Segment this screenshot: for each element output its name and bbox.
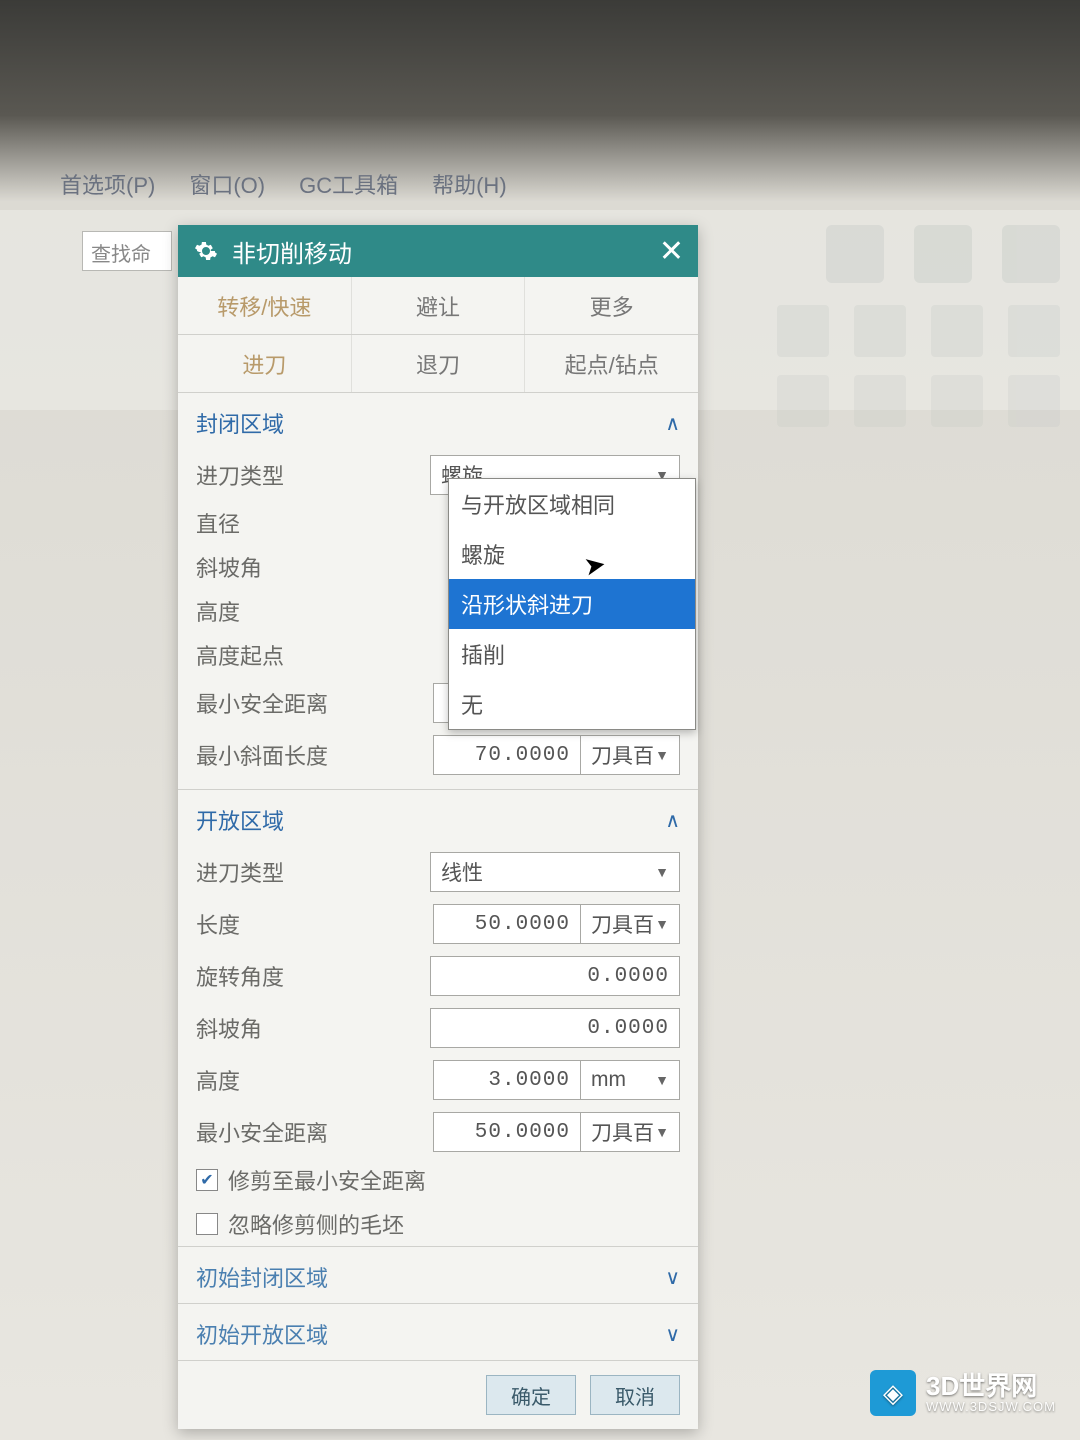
- section-initial-closed-label: 初始封闭区域: [196, 1261, 328, 1293]
- toolbar-icon[interactable]: [1008, 375, 1060, 427]
- gear-icon: [192, 237, 220, 265]
- section-open-label: 开放区域: [196, 804, 284, 836]
- tab-retract[interactable]: 退刀: [352, 335, 526, 392]
- toolbar-icon[interactable]: [1008, 305, 1060, 357]
- chevron-down-icon: ▼: [655, 1072, 669, 1088]
- menu-window[interactable]: 窗口(O): [189, 168, 265, 200]
- toolbar-icon[interactable]: [854, 305, 906, 357]
- chevron-down-icon: ▼: [655, 1124, 669, 1140]
- dropdown-option-helix[interactable]: 螺旋: [449, 529, 695, 579]
- combo-value: 线性: [441, 857, 483, 887]
- section-initial-open[interactable]: 初始开放区域 ∨: [178, 1303, 698, 1360]
- tab-engage[interactable]: 进刀: [178, 335, 352, 392]
- label-open-engage-type: 进刀类型: [196, 856, 386, 888]
- command-search-input[interactable]: 查找命: [82, 231, 172, 271]
- unit-closed-min-ramp-length[interactable]: 刀具百▼: [580, 735, 680, 775]
- tab-transfer-rapid[interactable]: 转移/快速: [178, 277, 352, 334]
- menu-bar: 首选项(P) 窗口(O) GC工具箱 帮助(H): [60, 168, 507, 200]
- label-min-ramp-length: 最小斜面长度: [196, 739, 386, 771]
- section-initial-closed[interactable]: 初始封闭区域 ∨: [178, 1246, 698, 1303]
- dropdown-option-same-as-open[interactable]: 与开放区域相同: [449, 479, 695, 529]
- chevron-down-icon: ∨: [665, 1265, 680, 1290]
- unit-open-length[interactable]: 刀具百▼: [580, 904, 680, 944]
- combo-open-engage-type[interactable]: 线性 ▼: [430, 852, 680, 892]
- toolbar-icon[interactable]: [826, 225, 884, 283]
- watermark-subtitle: WWW.3DSJW.COM: [926, 1400, 1056, 1414]
- menu-gc-toolbox[interactable]: GC工具箱: [299, 168, 398, 200]
- label-swing-angle: 旋转角度: [196, 960, 386, 992]
- close-icon[interactable]: ✕: [659, 234, 684, 269]
- dialog-titlebar[interactable]: 非切削移动 ✕: [178, 225, 698, 277]
- checkbox-ignore-label: 忽略修剪侧的毛坯: [228, 1208, 404, 1240]
- toolbar-icon[interactable]: [931, 305, 983, 357]
- dropdown-option-ramp-on-shape[interactable]: 沿形状斜进刀: [449, 579, 695, 629]
- chevron-down-icon: ∨: [665, 1322, 680, 1347]
- dropdown-option-none[interactable]: 无: [449, 679, 695, 729]
- unit-open-height[interactable]: mm ▼: [580, 1060, 680, 1100]
- toolbar-icon[interactable]: [1002, 225, 1060, 283]
- unit-value: 刀具百: [591, 1117, 654, 1147]
- menu-preferences[interactable]: 首选项(P): [60, 168, 155, 200]
- dropdown-engage-type-list: 与开放区域相同 螺旋 沿形状斜进刀 插削 无: [448, 478, 696, 730]
- non-cutting-moves-dialog: 非切削移动 ✕ 转移/快速 避让 更多 进刀 退刀 起点/钻点 封闭区域 ∧ 进…: [178, 225, 698, 1429]
- label-diameter: 直径: [196, 507, 386, 539]
- tab-start-drill[interactable]: 起点/钻点: [525, 335, 698, 392]
- toolbar-icon[interactable]: [777, 375, 829, 427]
- watermark: ◈ 3D世界网 WWW.3DSJW.COM: [870, 1370, 1056, 1416]
- toolbar-icons-row2: [777, 305, 1060, 357]
- toolbar-icons-row1: [826, 225, 1060, 283]
- chevron-down-icon: ▼: [655, 916, 669, 932]
- tab-avoidance[interactable]: 避让: [352, 277, 526, 334]
- toolbar-icon[interactable]: [854, 375, 906, 427]
- label-ramp-angle: 斜坡角: [196, 551, 386, 583]
- toolbar-icon[interactable]: [931, 375, 983, 427]
- tab-more[interactable]: 更多: [525, 277, 698, 334]
- section-initial-open-label: 初始开放区域: [196, 1318, 328, 1350]
- chevron-down-icon: ▼: [655, 747, 669, 763]
- label-height-from: 高度起点: [196, 639, 386, 671]
- unit-open-min-clearance[interactable]: 刀具百▼: [580, 1112, 680, 1152]
- chevron-up-icon: ∧: [665, 411, 680, 436]
- watermark-title: 3D世界网: [926, 1373, 1056, 1400]
- input-open-height[interactable]: 3.0000: [433, 1060, 581, 1100]
- cancel-button[interactable]: 取消: [590, 1375, 680, 1415]
- tabs-row-1: 转移/快速 避让 更多: [178, 277, 698, 335]
- dropdown-option-plunge[interactable]: 插削: [449, 629, 695, 679]
- tabs-row-2: 进刀 退刀 起点/钻点: [178, 335, 698, 393]
- toolbar-icon[interactable]: [914, 225, 972, 283]
- cube-icon: ◈: [870, 1370, 916, 1416]
- input-open-ramp-angle[interactable]: 0.0000: [430, 1008, 680, 1048]
- menu-help[interactable]: 帮助(H): [432, 168, 507, 200]
- input-closed-min-ramp-length[interactable]: 70.0000: [433, 735, 581, 775]
- input-open-length[interactable]: 50.0000: [433, 904, 581, 944]
- unit-value: 刀具百: [591, 909, 654, 939]
- label-min-clearance: 最小安全距离: [196, 687, 386, 719]
- label-height: 高度: [196, 595, 386, 627]
- dialog-title: 非切削移动: [232, 234, 352, 269]
- label-length: 长度: [196, 908, 386, 940]
- section-open-region[interactable]: 开放区域 ∧: [178, 790, 698, 846]
- section-closed-region[interactable]: 封闭区域 ∧: [178, 393, 698, 449]
- chevron-down-icon: ▼: [655, 864, 669, 880]
- dialog-footer: 确定 取消: [178, 1360, 698, 1429]
- unit-value: 刀具百: [591, 740, 654, 770]
- ok-button[interactable]: 确定: [486, 1375, 576, 1415]
- checkbox-trim-to-min-clearance[interactable]: ✔: [196, 1169, 218, 1191]
- input-open-swing-angle[interactable]: 0.0000: [430, 956, 680, 996]
- unit-value: mm: [591, 1068, 626, 1092]
- label-open-height: 高度: [196, 1064, 386, 1096]
- label-open-min-clearance: 最小安全距离: [196, 1116, 386, 1148]
- chevron-up-icon: ∧: [665, 808, 680, 833]
- checkbox-ignore-trim-blank[interactable]: [196, 1213, 218, 1235]
- checkbox-trim-label: 修剪至最小安全距离: [228, 1164, 426, 1196]
- toolbar-icon[interactable]: [777, 305, 829, 357]
- label-open-ramp-angle: 斜坡角: [196, 1012, 386, 1044]
- toolbar-icons-row3: [777, 375, 1060, 427]
- input-open-min-clearance[interactable]: 50.0000: [433, 1112, 581, 1152]
- label-engage-type: 进刀类型: [196, 459, 386, 491]
- section-closed-label: 封闭区域: [196, 407, 284, 439]
